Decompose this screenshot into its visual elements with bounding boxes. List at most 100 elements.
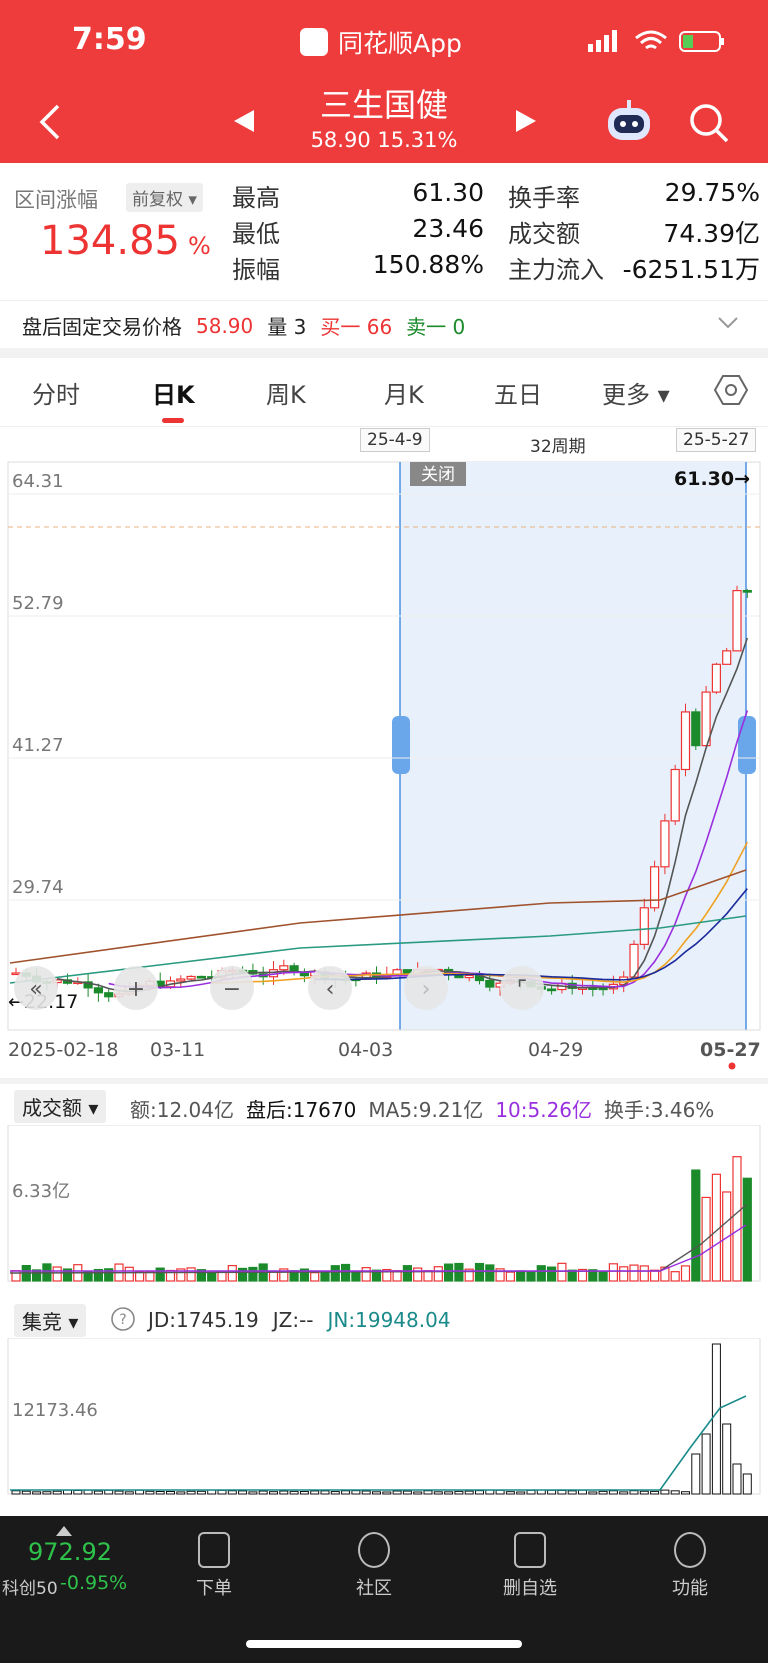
volume-bar bbox=[248, 1266, 258, 1282]
index-name: 科创50 bbox=[2, 1579, 58, 1599]
volume-bar bbox=[732, 1156, 742, 1282]
volume-bar bbox=[227, 1264, 237, 1282]
volume-ma5-line bbox=[9, 1204, 747, 1274]
auction-bar bbox=[73, 1489, 83, 1495]
tab-weekly[interactable]: 周K bbox=[266, 375, 306, 410]
auction-bar bbox=[454, 1490, 464, 1495]
auction-jd: JD:1745.19 bbox=[148, 1308, 259, 1332]
nav-functions-label: 功能 bbox=[672, 1578, 708, 1599]
nav-remove-watchlist[interactable]: 删自选 bbox=[490, 1532, 570, 1600]
volume-bar bbox=[557, 1262, 567, 1282]
volume-after: 盘后:17670 bbox=[246, 1098, 357, 1122]
volume-bar bbox=[536, 1265, 546, 1282]
order-icon bbox=[198, 1532, 230, 1568]
volume-bar bbox=[598, 1270, 608, 1282]
auction-bar bbox=[413, 1491, 423, 1495]
auction-bar bbox=[619, 1491, 629, 1495]
volume-chart[interactable]: 6.33亿 bbox=[0, 1125, 768, 1285]
stat-value-high: 61.30 bbox=[412, 178, 484, 207]
auction-bar bbox=[402, 1490, 412, 1495]
auction-bar bbox=[320, 1490, 330, 1495]
volume-selector[interactable]: 成交额 ▾ bbox=[14, 1090, 107, 1123]
bottom-nav: 972.92 科创50 -0.95% 下单 社区 删自选 功能 bbox=[0, 1516, 768, 1663]
tab-fenshi[interactable]: 分时 bbox=[32, 375, 80, 410]
volume-bar bbox=[691, 1169, 701, 1282]
auction-y-tick: 12173.46 bbox=[12, 1400, 98, 1421]
help-icon[interactable]: ? bbox=[110, 1306, 136, 1332]
x-tick-label: 2025-02-18 bbox=[8, 1039, 118, 1061]
auction-bar bbox=[526, 1489, 536, 1495]
auction-bar bbox=[279, 1490, 289, 1495]
auction-bar bbox=[423, 1490, 433, 1495]
settings-icon[interactable] bbox=[714, 374, 748, 406]
volume-bar bbox=[670, 1271, 680, 1282]
auction-bar bbox=[104, 1489, 114, 1495]
nav-order[interactable]: 下单 bbox=[174, 1532, 254, 1600]
auction-jn: JN:19948.04 bbox=[327, 1308, 451, 1332]
y-tick-label: 64.31 bbox=[12, 471, 64, 492]
after-hours-price: 58.90 bbox=[196, 313, 254, 338]
volume-bar bbox=[52, 1266, 62, 1282]
volume-bar bbox=[680, 1265, 691, 1282]
auction-bar bbox=[547, 1489, 557, 1495]
nav-order-label: 下单 bbox=[196, 1578, 232, 1599]
volume-selector-label: 成交额 bbox=[22, 1096, 82, 1120]
chart-control-glyph: + bbox=[127, 977, 145, 1002]
auction-selector[interactable]: 集竞 ▾ bbox=[14, 1304, 87, 1337]
auction-bar bbox=[289, 1490, 299, 1495]
auction-bar bbox=[93, 1490, 103, 1495]
auction-bar bbox=[227, 1490, 237, 1495]
volume-bar bbox=[485, 1264, 495, 1282]
auction-bar bbox=[732, 1463, 742, 1495]
auction-bar bbox=[238, 1490, 248, 1495]
volume-bar bbox=[546, 1266, 557, 1282]
volume-bar bbox=[135, 1271, 145, 1282]
nav-community[interactable]: 社区 bbox=[334, 1532, 414, 1600]
auction-bar bbox=[341, 1490, 351, 1495]
auction-bar bbox=[660, 1489, 670, 1495]
auction-chart[interactable]: 12173.46 bbox=[0, 1338, 768, 1498]
nav-functions[interactable]: 功能 bbox=[650, 1532, 730, 1600]
status-time: 7:59 bbox=[72, 22, 147, 57]
auction-bar bbox=[372, 1491, 381, 1495]
kline-chart[interactable]: 关闭64.3152.7941.2729.7461.30→←22.17«+−‹›⌜… bbox=[0, 458, 768, 1078]
auction-bar bbox=[196, 1490, 206, 1495]
auction-bar bbox=[464, 1490, 474, 1495]
volume-bar bbox=[444, 1263, 454, 1282]
volume-bar bbox=[310, 1272, 320, 1282]
range-pct-unit: % bbox=[187, 232, 211, 260]
auction-bar bbox=[444, 1491, 454, 1495]
home-indicator bbox=[246, 1640, 522, 1648]
volume-bar bbox=[413, 1267, 423, 1282]
candle-body bbox=[485, 979, 495, 988]
range-start: 25-4-9 bbox=[360, 428, 430, 452]
tab-active-indicator bbox=[162, 418, 184, 423]
search-icon[interactable] bbox=[688, 102, 730, 144]
chart-control-glyph: ‹ bbox=[326, 977, 335, 1002]
candle-body bbox=[93, 987, 104, 994]
after-hours-buy: 买一 66 bbox=[320, 315, 393, 339]
auction-bar bbox=[310, 1490, 320, 1495]
volume-bar bbox=[330, 1265, 340, 1282]
after-hours-row: 盘后固定交易价格 58.90 量 3 买一 66 卖一 0 bbox=[22, 311, 465, 340]
tab-fiveday[interactable]: 五日 bbox=[494, 375, 542, 410]
stat-value-amount: 74.39亿 bbox=[663, 219, 760, 248]
auction-bar bbox=[217, 1489, 227, 1495]
range-label: 区间涨幅 bbox=[14, 188, 98, 212]
volume-bar bbox=[268, 1271, 279, 1282]
robot-icon[interactable] bbox=[604, 100, 654, 144]
chevron-down-icon[interactable] bbox=[716, 314, 740, 332]
y-tick-label: 41.27 bbox=[12, 735, 64, 756]
auction-bar bbox=[608, 1490, 618, 1495]
tab-monthly[interactable]: 月K bbox=[384, 375, 424, 410]
volume-bar bbox=[186, 1267, 196, 1282]
candle-body bbox=[711, 663, 722, 693]
tab-more[interactable]: 更多 ▾ bbox=[602, 375, 670, 410]
tab-daily[interactable]: 日K bbox=[152, 375, 195, 410]
index-value[interactable]: 972.92 bbox=[28, 1538, 112, 1566]
stat-label-amount: 成交额 bbox=[508, 220, 580, 248]
adjust-selector[interactable]: 前复权 ▾ bbox=[126, 183, 203, 212]
remove-watchlist-icon bbox=[514, 1532, 546, 1568]
auction-bar bbox=[505, 1491, 515, 1495]
next-stock-icon[interactable] bbox=[514, 108, 538, 134]
